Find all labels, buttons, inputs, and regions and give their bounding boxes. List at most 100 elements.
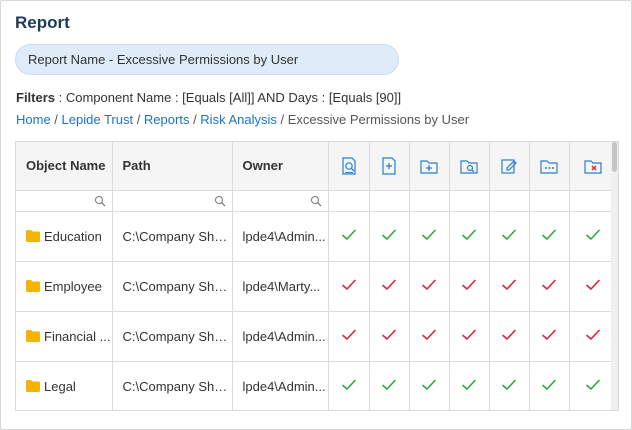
permission-cell[interactable] <box>569 361 617 410</box>
column-header-read-folder[interactable] <box>449 142 490 191</box>
breadcrumb-lepide-trust[interactable]: Lepide Trust <box>62 112 134 127</box>
filter-cell-owner[interactable] <box>232 190 329 212</box>
column-header-object-name[interactable]: Object Name <box>16 142 113 191</box>
write-icon <box>501 159 517 174</box>
breadcrumb-home[interactable]: Home <box>16 112 51 127</box>
permission-cell[interactable] <box>489 211 530 262</box>
checkmark-icon <box>542 279 556 290</box>
column-header-create-file[interactable] <box>369 142 410 191</box>
permission-cell[interactable] <box>409 261 450 312</box>
permissions-table: Object Name Path Owner Education C:\Comp… <box>16 142 617 410</box>
permission-cell[interactable] <box>529 311 570 362</box>
object-name-cell[interactable]: Education <box>16 211 113 262</box>
checkmark-icon <box>585 279 600 290</box>
permission-cell[interactable] <box>409 211 450 262</box>
breadcrumb-separator: / <box>189 112 201 127</box>
audit-icon <box>341 157 356 175</box>
breadcrumb-separator: / <box>50 112 62 127</box>
permission-cell[interactable] <box>569 211 617 262</box>
object-name: Legal <box>26 378 111 394</box>
owner-cell[interactable]: lpde4\Marty... <box>232 261 329 312</box>
column-header-owner[interactable]: Owner <box>232 142 329 191</box>
permission-cell[interactable] <box>529 261 570 312</box>
checkmark-icon <box>502 379 516 390</box>
object-name-cell[interactable]: Employee <box>16 261 113 312</box>
checkmark-icon <box>422 279 436 290</box>
path-cell[interactable]: C:\Company Sha... <box>112 211 233 262</box>
checkmark-icon <box>422 379 436 390</box>
permission-cell[interactable] <box>409 361 450 410</box>
column-header-list-folder[interactable] <box>529 142 570 191</box>
search-icon[interactable] <box>214 195 226 207</box>
checkmark-icon <box>341 379 356 390</box>
checkmark-icon <box>382 379 396 390</box>
path-cell[interactable]: C:\Company Sha... <box>112 361 233 410</box>
object-name-cell[interactable]: Financial ... <box>16 311 113 362</box>
permission-cell[interactable] <box>449 261 490 312</box>
permission-cell[interactable] <box>369 211 410 262</box>
table-row[interactable]: Legal C:\Company Sha... lpde4\Admin... <box>16 361 617 410</box>
permission-cell[interactable] <box>449 361 490 410</box>
create-folder-icon <box>420 160 438 174</box>
permission-cell[interactable] <box>328 211 370 262</box>
filters-text: : Component Name : [Equals [All]] AND Da… <box>55 90 402 105</box>
object-name-cell[interactable]: Legal <box>16 361 113 410</box>
table-body: Education C:\Company Sha... lpde4\Admin...… <box>16 211 617 410</box>
permission-cell[interactable] <box>449 211 490 262</box>
breadcrumb: Home / Lepide Trust / Reports / Risk Ana… <box>16 112 469 127</box>
object-name-label: Legal <box>44 378 76 394</box>
filter-cell-object-name[interactable] <box>16 190 113 212</box>
table-row[interactable]: Education C:\Company Sha... lpde4\Admin... <box>16 211 617 262</box>
filter-cell-empty <box>489 190 530 212</box>
filters-label: Filters <box>16 90 56 105</box>
owner-cell[interactable]: lpde4\Admin... <box>232 361 329 410</box>
permission-cell[interactable] <box>449 311 490 362</box>
permission-cell[interactable] <box>489 261 530 312</box>
permission-cell[interactable] <box>529 211 570 262</box>
search-icon[interactable] <box>310 195 322 207</box>
column-header-path[interactable]: Path <box>112 142 233 191</box>
permission-cell[interactable] <box>369 261 410 312</box>
breadcrumb-current: Excessive Permissions by User <box>287 112 470 127</box>
column-header-audit[interactable] <box>328 142 370 191</box>
filter-cell-empty <box>449 190 490 212</box>
filter-cell-empty <box>409 190 450 212</box>
checkmark-icon <box>422 229 436 240</box>
permission-cell[interactable] <box>489 361 530 410</box>
table-row[interactable]: Employee C:\Company Sha... lpde4\Marty... <box>16 261 617 312</box>
permission-cell[interactable] <box>529 361 570 410</box>
permission-cell[interactable] <box>569 261 617 312</box>
breadcrumb-reports[interactable]: Reports <box>144 112 190 127</box>
table-row[interactable]: Financial ... C:\Company Sha... lpde4\Admi… <box>16 311 617 362</box>
permission-cell[interactable] <box>328 311 370 362</box>
permission-cell[interactable] <box>489 311 530 362</box>
checkmark-icon <box>542 329 556 340</box>
permission-cell[interactable] <box>328 361 370 410</box>
permission-cell[interactable] <box>369 361 410 410</box>
permission-cell[interactable] <box>569 311 617 362</box>
owner-cell[interactable]: lpde4\Admin... <box>232 211 329 262</box>
permission-cell[interactable] <box>328 261 370 312</box>
filter-cell-empty <box>369 190 410 212</box>
delete-folder-icon <box>583 160 602 174</box>
checkmark-icon <box>422 329 436 340</box>
permission-cell[interactable] <box>369 311 410 362</box>
checkmark-icon <box>502 329 516 340</box>
path-cell[interactable]: C:\Company Sha... <box>112 261 233 312</box>
owner-cell[interactable]: lpde4\Admin... <box>232 311 329 362</box>
path-cell[interactable]: C:\Company Sha... <box>112 311 233 362</box>
vertical-scrollbar[interactable] <box>611 142 618 410</box>
filter-cell-path[interactable] <box>112 190 233 212</box>
column-header-delete-folder[interactable] <box>569 142 617 191</box>
column-header-create-folder[interactable] <box>409 142 450 191</box>
column-header-write[interactable] <box>489 142 530 191</box>
permission-cell[interactable] <box>409 311 450 362</box>
checkmark-icon <box>341 329 356 340</box>
create-file-icon <box>382 157 396 175</box>
object-name-label: Employee <box>44 278 102 294</box>
filter-cell-empty <box>529 190 570 212</box>
object-name-label: Education <box>44 228 102 244</box>
scrollbar-thumb[interactable] <box>612 142 617 172</box>
breadcrumb-risk-analysis[interactable]: Risk Analysis <box>200 112 277 127</box>
search-icon[interactable] <box>94 195 106 207</box>
